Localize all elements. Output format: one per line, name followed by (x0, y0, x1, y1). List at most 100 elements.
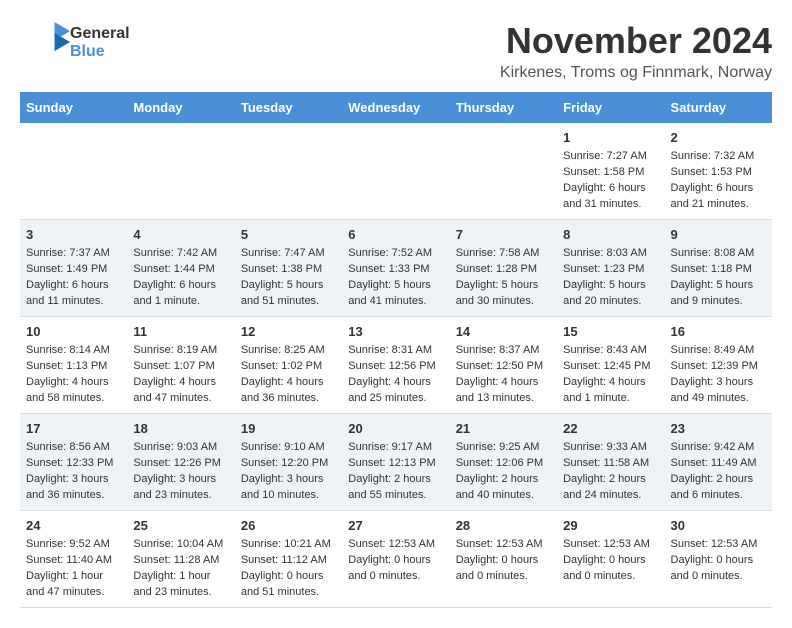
day-info: Sunrise: 9:42 AM Sunset: 11:49 AM Daylig… (671, 440, 766, 504)
day-number: 1 (563, 129, 658, 147)
day-info: Sunrise: 7:42 AM Sunset: 1:44 PM Dayligh… (133, 246, 228, 310)
calendar-cell: 23 Sunrise: 9:42 AM Sunset: 11:49 AM Dayl… (665, 413, 772, 510)
header-sunday: Sunday (20, 92, 127, 123)
calendar-cell: 6Sunrise: 7:52 AM Sunset: 1:33 PM Daylig… (342, 219, 449, 316)
calendar-cell: 8Sunrise: 8:03 AM Sunset: 1:23 PM Daylig… (557, 219, 664, 316)
header-saturday: Saturday (665, 92, 772, 123)
calendar-cell: 28 Sunset: 12:53 AM Daylight: 0 hours and… (450, 510, 557, 607)
calendar-cell (235, 123, 342, 219)
day-number: 11 (133, 323, 228, 341)
day-info: Sunrise: 9:03 AM Sunset: 12:26 PM Daylig… (133, 440, 228, 504)
calendar-cell (20, 123, 127, 219)
calendar-cell: 17 Sunrise: 8:56 AM Sunset: 12:33 PM Dayl… (20, 413, 127, 510)
calendar-row: 1 Sunrise: 7:27 AM Sunset: 1:58 PM Daylig… (20, 123, 772, 219)
calendar-cell: 4 Sunrise: 7:42 AM Sunset: 1:44 PM Daylig… (127, 219, 234, 316)
day-info: Sunset: 12:53 AM Daylight: 0 hours and 0… (563, 537, 658, 585)
calendar-cell: 7 Sunrise: 7:58 AM Sunset: 1:28 PM Daylig… (450, 219, 557, 316)
day-info: Sunrise: 8:49 AM Sunset: 12:39 PM Daylig… (671, 343, 766, 407)
day-number: 25 (133, 517, 228, 535)
calendar-cell: 29 Sunset: 12:53 AM Daylight: 0 hours and… (557, 510, 664, 607)
calendar-cell: 20 Sunrise: 9:17 AM Sunset: 12:13 PM Dayl… (342, 413, 449, 510)
day-number: 8 (563, 226, 658, 244)
day-number: 28 (456, 517, 551, 535)
day-info: Sunrise: 7:32 AM Sunset: 1:53 PM Dayligh… (671, 149, 766, 213)
day-number: 10 (26, 323, 121, 341)
day-number: 24 (26, 517, 121, 535)
calendar-cell (450, 123, 557, 219)
day-number: 30 (671, 517, 766, 535)
day-number: 20 (348, 420, 443, 438)
calendar-row: 10 Sunrise: 8:14 AM Sunset: 1:13 PM Dayli… (20, 316, 772, 413)
day-info: Sunrise: 8:19 AM Sunset: 1:07 PM Dayligh… (133, 343, 228, 407)
day-number: 9 (671, 226, 766, 244)
day-info: Sunset: 12:53 AM Daylight: 0 hours and 0… (456, 537, 551, 585)
header-tuesday: Tuesday (235, 92, 342, 123)
logo-svg (20, 20, 70, 65)
day-number: 12 (241, 323, 336, 341)
day-info: Sunrise: 8:37 AM Sunset: 12:50 PM Daylig… (456, 343, 551, 407)
title-section: November 2024 Kirkenes, Troms og Finnmar… (500, 20, 772, 82)
day-number: 7 (456, 226, 551, 244)
calendar-body: 1 Sunrise: 7:27 AM Sunset: 1:58 PM Daylig… (20, 123, 772, 607)
day-info: Sunset: 12:53 AM Daylight: 0 hours and 0… (348, 537, 443, 585)
day-info: Sunrise: 8:31 AM Sunset: 12:56 PM Daylig… (348, 343, 443, 407)
day-number: 22 (563, 420, 658, 438)
day-info: Sunrise: 9:10 AM Sunset: 12:20 PM Daylig… (241, 440, 336, 504)
day-info: Sunrise: 8:43 AM Sunset: 12:45 PM Daylig… (563, 343, 658, 407)
calendar-row: 17 Sunrise: 8:56 AM Sunset: 12:33 PM Dayl… (20, 413, 772, 510)
calendar-cell: 30 Sunset: 12:53 AM Daylight: 0 hours and… (665, 510, 772, 607)
calendar-cell: 16 Sunrise: 8:49 AM Sunset: 12:39 PM Dayl… (665, 316, 772, 413)
day-number: 21 (456, 420, 551, 438)
day-info: Sunrise: 7:52 AM Sunset: 1:33 PM Dayligh… (348, 246, 443, 310)
day-info: Sunrise: 8:08 AM Sunset: 1:18 PM Dayligh… (671, 246, 766, 310)
day-number: 29 (563, 517, 658, 535)
day-number: 27 (348, 517, 443, 535)
day-number: 17 (26, 420, 121, 438)
page-title: November 2024 (500, 20, 772, 62)
calendar-cell (127, 123, 234, 219)
day-number: 4 (133, 226, 228, 244)
calendar-cell: 15 Sunrise: 8:43 AM Sunset: 12:45 PM Dayl… (557, 316, 664, 413)
calendar-cell: 1 Sunrise: 7:27 AM Sunset: 1:58 PM Daylig… (557, 123, 664, 219)
day-info: Sunrise: 7:58 AM Sunset: 1:28 PM Dayligh… (456, 246, 551, 310)
day-info: Sunrise: 7:27 AM Sunset: 1:58 PM Dayligh… (563, 149, 658, 213)
day-info: Sunrise: 8:14 AM Sunset: 1:13 PM Dayligh… (26, 343, 121, 407)
calendar-cell: 9 Sunrise: 8:08 AM Sunset: 1:18 PM Daylig… (665, 219, 772, 316)
calendar-cell (342, 123, 449, 219)
calendar-cell: 5 Sunrise: 7:47 AM Sunset: 1:38 PM Daylig… (235, 219, 342, 316)
day-info: Sunset: 12:53 AM Daylight: 0 hours and 0… (671, 537, 766, 585)
calendar-cell: 22 Sunrise: 9:33 AM Sunset: 11:58 AM Dayl… (557, 413, 664, 510)
day-number: 14 (456, 323, 551, 341)
day-info: Sunrise: 9:17 AM Sunset: 12:13 PM Daylig… (348, 440, 443, 504)
day-info: Sunrise: 8:56 AM Sunset: 12:33 PM Daylig… (26, 440, 121, 504)
calendar-row: 24Sunrise: 9:52 AM Sunset: 11:40 AM Dayl… (20, 510, 772, 607)
calendar-cell: 2 Sunrise: 7:32 AM Sunset: 1:53 PM Daylig… (665, 123, 772, 219)
calendar-cell: 21 Sunrise: 9:25 AM Sunset: 12:06 PM Dayl… (450, 413, 557, 510)
calendar-cell: 26Sunrise: 10:21 AM Sunset: 11:12 AM Day… (235, 510, 342, 607)
calendar-table: SundayMondayTuesdayWednesdayThursdayFrid… (20, 92, 772, 608)
calendar-cell: 10 Sunrise: 8:14 AM Sunset: 1:13 PM Dayli… (20, 316, 127, 413)
day-number: 19 (241, 420, 336, 438)
day-number: 5 (241, 226, 336, 244)
day-info: Sunrise: 10:04 AM Sunset: 11:28 AM Dayli… (133, 537, 228, 601)
calendar-row: 3Sunrise: 7:37 AM Sunset: 1:49 PM Daylig… (20, 219, 772, 316)
day-info: Sunrise: 9:33 AM Sunset: 11:58 AM Daylig… (563, 440, 658, 504)
header-friday: Friday (557, 92, 664, 123)
day-info: Sunrise: 7:47 AM Sunset: 1:38 PM Dayligh… (241, 246, 336, 310)
day-number: 23 (671, 420, 766, 438)
header-thursday: Thursday (450, 92, 557, 123)
day-number: 16 (671, 323, 766, 341)
calendar-cell: 18 Sunrise: 9:03 AM Sunset: 12:26 PM Dayl… (127, 413, 234, 510)
day-number: 18 (133, 420, 228, 438)
calendar-cell: 19 Sunrise: 9:10 AM Sunset: 12:20 PM Dayl… (235, 413, 342, 510)
header-monday: Monday (127, 92, 234, 123)
day-number: 2 (671, 129, 766, 147)
page-header: GeneralBlue November 2024 Kirkenes, Trom… (20, 20, 772, 82)
logo: GeneralBlue (20, 20, 130, 65)
day-info: Sunrise: 8:25 AM Sunset: 1:02 PM Dayligh… (241, 343, 336, 407)
calendar-cell: 11 Sunrise: 8:19 AM Sunset: 1:07 PM Dayli… (127, 316, 234, 413)
day-info: Sunrise: 9:25 AM Sunset: 12:06 PM Daylig… (456, 440, 551, 504)
calendar-cell: 3Sunrise: 7:37 AM Sunset: 1:49 PM Daylig… (20, 219, 127, 316)
day-number: 15 (563, 323, 658, 341)
calendar-header: SundayMondayTuesdayWednesdayThursdayFrid… (20, 92, 772, 123)
